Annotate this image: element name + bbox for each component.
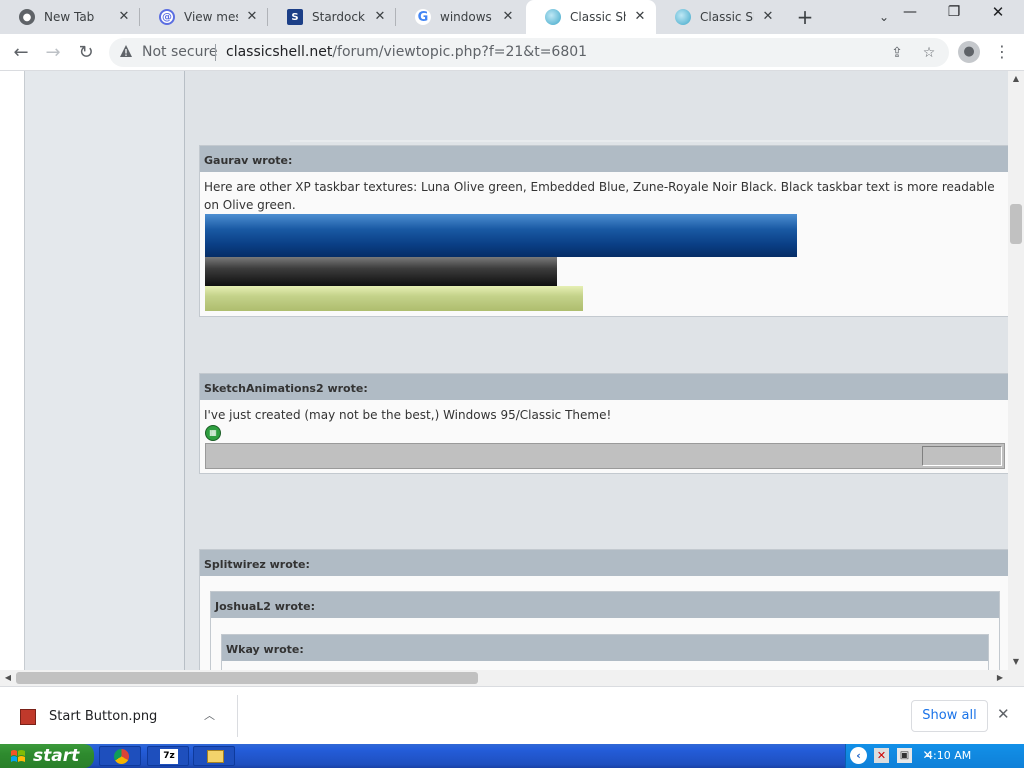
google-icon: G [415, 9, 431, 25]
profile-avatar-icon[interactable]: ● [958, 41, 980, 63]
tab-view-messages[interactable]: @ View messag ✕ [140, 0, 268, 34]
tab-stardock[interactable]: S Stardock Ac ✕ [268, 0, 396, 34]
safely-remove-icon[interactable]: ▣ [897, 748, 912, 763]
taskbar-explorer-button[interactable] [193, 746, 235, 766]
texture-embedded-blue [205, 214, 797, 257]
warning-triangle-icon [120, 45, 132, 57]
vertical-scroll-thumb[interactable] [1010, 204, 1022, 244]
quote-text: I've just created (may not be the best,)… [204, 408, 612, 422]
quote-block-splitwirez: Splitwirez wrote: JoshuaL2 wrote: Wkay w… [199, 549, 1008, 670]
tab-new-tab[interactable]: ● New Tab ✕ [0, 0, 140, 34]
grin-smiley-icon: ▦ [205, 425, 221, 441]
taskbar-chrome-button[interactable] [99, 746, 141, 766]
quote-author: Splitwirez wrote: [200, 550, 1008, 576]
close-icon[interactable]: ✕ [632, 9, 648, 25]
tab-title: windows cla [440, 10, 494, 24]
window-close-button[interactable]: ✕ [976, 0, 1020, 26]
url-text[interactable]: classicshell.net/forum/viewtopic.php?f=2… [226, 44, 587, 60]
maximize-button[interactable]: ❐ [932, 0, 976, 26]
tab-title: View messag [184, 10, 238, 24]
image-file-icon [20, 709, 36, 725]
security-label[interactable]: Not secure [142, 44, 218, 60]
quote-author: Wkay wrote: [222, 635, 988, 661]
chrome-icon: ● [19, 9, 35, 25]
close-icon[interactable]: ✕ [997, 705, 1010, 723]
classic-taskbar-screenshot [205, 443, 1005, 469]
tray-expand-icon[interactable]: ‹ [850, 747, 867, 764]
horizontal-scroll-thumb[interactable] [16, 672, 478, 684]
download-item[interactable]: Start Button.png ︿ [12, 695, 238, 737]
tab-title: Stardock Ac [312, 10, 366, 24]
windows-flag-icon [11, 750, 25, 762]
quote-block-gaurav: Gaurav wrote: Here are other XP taskbar … [199, 145, 1008, 317]
quote-text: Here are other XP taskbar textures: Luna… [204, 180, 995, 212]
bookmark-star-icon[interactable]: ☆ [919, 43, 939, 63]
reload-icon[interactable]: ↻ [73, 40, 99, 66]
tab-google-search[interactable]: G windows cla ✕ [396, 0, 524, 34]
scroll-down-arrow-icon[interactable]: ▼ [1008, 654, 1024, 670]
download-shelf: Start Button.png ︿ Show all ✕ [0, 686, 1024, 744]
download-filename: Start Button.png [49, 709, 158, 724]
close-icon[interactable]: ✕ [116, 9, 132, 25]
texture-zune-black [205, 257, 557, 286]
xp-taskbar: start 7z ‹ ✕ ▣ ✕ 4:10 AM [0, 744, 1024, 768]
scroll-left-arrow-icon[interactable]: ◀ [0, 670, 16, 686]
close-icon[interactable]: ✕ [244, 9, 260, 25]
share-icon[interactable]: ⇪ [887, 43, 907, 63]
tab-strip: ● New Tab ✕ @ View messag ✕ S Stardock A… [0, 0, 1024, 34]
taskbar-7zip-button[interactable]: 7z [147, 746, 189, 766]
tab-classic-shell[interactable]: Classic Shell ✕ [656, 0, 784, 34]
quote-block-sketchanimations2: SketchAnimations2 wrote: I've just creat… [199, 373, 1008, 474]
forum-side-column [25, 71, 185, 670]
start-button[interactable]: start [0, 744, 94, 768]
post-divider [290, 140, 990, 142]
minimize-button[interactable]: — [888, 0, 932, 26]
tab-title: Classic Shell [570, 10, 626, 24]
back-arrow-icon[interactable]: ← [8, 40, 34, 66]
kebab-menu-icon[interactable]: ⋮ [993, 41, 1011, 63]
scroll-right-arrow-icon[interactable]: ▶ [992, 670, 1008, 686]
close-icon[interactable]: ✕ [760, 9, 776, 25]
page-left-margin [0, 71, 25, 670]
scroll-up-arrow-icon[interactable]: ▲ [1008, 71, 1024, 87]
tab-title: Classic Shell [700, 10, 754, 24]
network-disconnected-icon[interactable]: ✕ [874, 748, 889, 763]
chrome-icon [114, 749, 129, 764]
7zip-icon: 7z [160, 749, 178, 764]
at-sign-icon: @ [159, 9, 175, 25]
forward-arrow-icon[interactable]: → [40, 40, 66, 66]
tab-classic-shell-active[interactable]: Classic Shell ✕ [526, 0, 656, 34]
browser-toolbar: ← → ↻ Not secure classicshell.net/forum/… [0, 34, 1024, 71]
url-host: classicshell.net [226, 44, 333, 60]
close-icon[interactable]: ✕ [500, 9, 516, 25]
quote-author: Gaurav wrote: [200, 146, 1008, 172]
quote-block-joshual2: JoshuaL2 wrote: Wkay wrote: [210, 591, 1000, 670]
stardock-icon: S [287, 9, 303, 25]
taskbar-clock[interactable]: 4:10 AM [926, 749, 971, 762]
start-label: start [33, 746, 80, 766]
vertical-scrollbar[interactable]: ▲ ▼ [1008, 71, 1024, 670]
close-icon[interactable]: ✕ [372, 9, 388, 25]
show-all-button[interactable]: Show all [911, 700, 988, 732]
url-path: /forum/viewtopic.php?f=21&t=6801 [332, 44, 588, 60]
scrollbar-corner [1008, 670, 1024, 686]
texture-olive-green [205, 286, 583, 311]
classic-shell-icon [675, 9, 691, 25]
chevron-up-icon[interactable]: ︿ [204, 707, 215, 723]
address-bar[interactable]: Not secure classicshell.net/forum/viewto… [109, 38, 949, 67]
quote-block-wkay: Wkay wrote: [221, 634, 989, 670]
omnibox-divider [215, 44, 216, 61]
quote-author: SketchAnimations2 wrote: [200, 374, 1008, 400]
classic-tray-area [922, 446, 1002, 466]
classic-shell-icon [545, 9, 561, 25]
page-viewport: Gaurav wrote: Here are other XP taskbar … [0, 71, 1008, 670]
folder-icon [207, 750, 224, 763]
quote-author: JoshuaL2 wrote: [211, 592, 999, 618]
horizontal-scrollbar[interactable]: ◀ ▶ [0, 670, 1008, 686]
new-tab-button[interactable]: + [794, 6, 816, 28]
